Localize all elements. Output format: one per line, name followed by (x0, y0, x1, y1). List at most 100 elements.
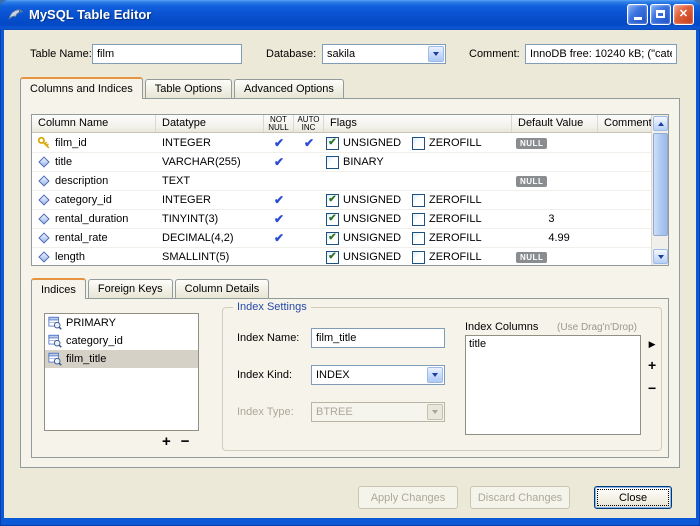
null-badge: NULL (516, 252, 547, 263)
table-row[interactable]: rental_rate DECIMAL(4,2) ✔ ✔ ✔UNSIGNED ✔… (32, 229, 653, 248)
tab-indices[interactable]: Indices (31, 278, 86, 299)
index-list-item[interactable]: PRIMARY (45, 314, 198, 332)
table-row[interactable]: film_id INTEGER ✔ ✔ ✔UNSIGNED ✔ZEROFILL … (32, 134, 653, 153)
unsigned-checkbox[interactable]: ✔ (326, 213, 339, 226)
zerofill-checkbox[interactable]: ✔ (412, 251, 425, 264)
main-tab-strip: Columns and Indices Table Options Advanc… (20, 77, 346, 98)
table-row[interactable]: rental_duration TINYINT(3) ✔ ✔ ✔UNSIGNED… (32, 210, 653, 229)
chevron-down-icon (433, 52, 439, 56)
index-name-input[interactable] (311, 328, 445, 348)
comment-cell (598, 229, 653, 248)
zerofill-checkbox[interactable]: ✔ (412, 194, 425, 207)
index-column-name: title (469, 338, 486, 350)
table-row[interactable]: title VARCHAR(255) ✔ ✔ ✔BINARY NULL (32, 153, 653, 172)
index-list-item[interactable]: category_id (45, 332, 198, 350)
header-flags[interactable]: Flags (324, 115, 512, 132)
index-column-item[interactable]: title (466, 336, 640, 352)
unsigned-checkbox[interactable]: ✔ (326, 194, 339, 207)
null-badge: NULL (516, 176, 547, 187)
scroll-up-button[interactable] (653, 116, 668, 131)
table-row[interactable]: length SMALLINT(5) ✔ ✔ ✔UNSIGNED ✔ZEROFI… (32, 248, 653, 266)
scroll-down-button[interactable] (653, 249, 668, 264)
comment-cell (598, 153, 653, 172)
zerofill-checkbox[interactable]: ✔ (412, 213, 425, 226)
column-icon (36, 192, 52, 208)
column-datatype: SMALLINT(5) (156, 248, 264, 267)
tab-column-details[interactable]: Column Details (175, 279, 270, 298)
comment-input[interactable] (525, 44, 677, 64)
close-button[interactable]: ✕ (673, 4, 694, 25)
zerofill-checkbox[interactable]: ✔ (412, 232, 425, 245)
header-default-value[interactable]: Default Value (512, 115, 598, 132)
index-list-item[interactable]: film_title (45, 350, 198, 368)
database-dropdown-button[interactable] (428, 46, 444, 62)
table-name-input[interactable] (92, 44, 242, 64)
comment-label: Comment: (469, 48, 520, 60)
column-icon (36, 230, 52, 246)
tab-foreign-keys[interactable]: Foreign Keys (88, 279, 173, 298)
close-dialog-button[interactable]: Close (594, 486, 672, 509)
column-icon (36, 211, 52, 227)
index-kind-select[interactable]: INDEX (311, 365, 445, 385)
auto-inc-check[interactable]: ✔ (304, 137, 314, 149)
tab-table-options[interactable]: Table Options (145, 79, 232, 98)
column-datatype: TINYINT(3) (156, 210, 264, 229)
minimize-button[interactable] (627, 4, 648, 25)
not-null-check[interactable]: ✔ (274, 137, 284, 149)
index-icon (48, 334, 62, 348)
remove-column-button[interactable]: − (648, 381, 656, 395)
table-row[interactable]: description TEXT ✔ ✔ NULL (32, 172, 653, 191)
maximize-icon (656, 10, 665, 18)
unsigned-checkbox[interactable]: ✔ (326, 137, 339, 150)
indices-list[interactable]: PRIMARY category_id film_title (44, 313, 199, 431)
table-row[interactable]: category_id INTEGER ✔ ✔ ✔UNSIGNED ✔ZEROF… (32, 191, 653, 210)
check-icon: ✔ (328, 138, 336, 148)
columns-and-indices-panel: Column Name Datatype NOT NULL AUTO INC F… (20, 98, 680, 468)
database-select[interactable]: sakila (322, 44, 446, 64)
unsigned-checkbox[interactable]: ✔ (326, 232, 339, 245)
add-index-button[interactable]: + (162, 434, 171, 449)
index-type-select: BTREE (311, 402, 445, 422)
add-column-button[interactable]: + (648, 358, 656, 372)
column-name: film_id (55, 137, 87, 149)
comment-cell (598, 248, 653, 267)
app-dolphin-icon (7, 6, 24, 23)
remove-index-button[interactable]: − (181, 434, 190, 449)
not-null-check[interactable]: ✔ (274, 232, 284, 244)
zerofill-checkbox[interactable]: ✔ (412, 137, 425, 150)
index-columns-label: Index Columns (465, 321, 538, 333)
index-name-label: Index Name: (237, 332, 299, 344)
comment-cell (598, 172, 653, 191)
header-auto-inc[interactable]: AUTO INC (294, 115, 324, 132)
unsigned-checkbox[interactable]: ✔ (326, 251, 339, 264)
header-column-name[interactable]: Column Name (32, 115, 156, 132)
index-columns-list[interactable]: title (465, 335, 641, 435)
tab-advanced-options[interactable]: Advanced Options (234, 79, 344, 98)
null-badge: NULL (516, 138, 547, 149)
arrow-up-icon (658, 122, 664, 126)
binary-checkbox[interactable]: ✔ (326, 156, 339, 169)
apply-changes-button[interactable]: Apply Changes (358, 486, 458, 509)
indices-panel: PRIMARY category_id film_title + − (31, 298, 669, 458)
title-bar[interactable]: MySQL Table Editor ✕ (0, 0, 700, 30)
index-icon (48, 352, 62, 366)
check-icon: ✔ (328, 233, 336, 243)
flag-label: ZEROFILL (429, 251, 482, 263)
header-datatype[interactable]: Datatype (156, 115, 264, 132)
header-comment[interactable]: Comment (598, 115, 653, 132)
index-kind-label: Index Kind: (237, 369, 292, 381)
index-kind-dropdown-button[interactable] (427, 367, 443, 383)
not-null-check[interactable]: ✔ (274, 156, 284, 168)
grid-header: Column Name Datatype NOT NULL AUTO INC F… (32, 115, 653, 133)
not-null-check[interactable]: ✔ (274, 194, 284, 206)
tab-columns-and-indices[interactable]: Columns and Indices (20, 77, 143, 99)
discard-changes-button[interactable]: Discard Changes (470, 486, 570, 509)
grid-vertical-scrollbar[interactable] (651, 115, 668, 265)
check-icon: ✔ (328, 195, 336, 205)
scrollbar-thumb[interactable] (653, 133, 668, 236)
right-arrow-icon[interactable]: ▶ (649, 340, 656, 349)
not-null-check[interactable]: ✔ (274, 213, 284, 225)
flag-label: ZEROFILL (429, 213, 482, 225)
maximize-button[interactable] (650, 4, 671, 25)
header-not-null[interactable]: NOT NULL (264, 115, 294, 132)
